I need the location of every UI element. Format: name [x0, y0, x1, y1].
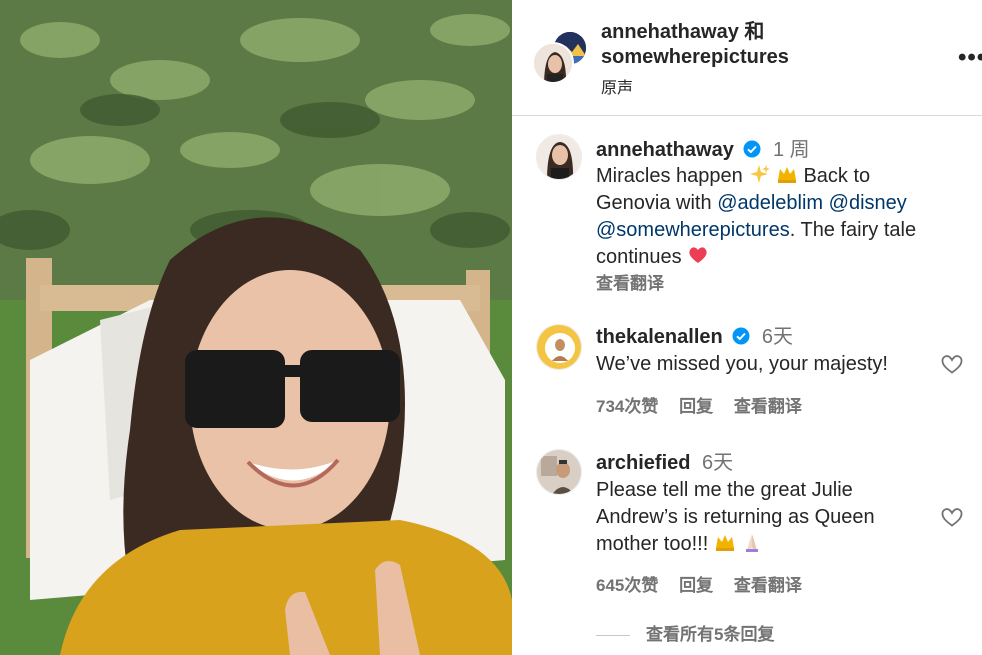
comment-1-likes[interactable]: 734次赞 — [596, 397, 658, 416]
original-audio-link[interactable]: 原声 — [601, 74, 633, 98]
post-header: annehathaway 和 somewherepictures 原声 ••• — [512, 0, 982, 116]
comment-1-username[interactable]: thekalenallen — [596, 326, 723, 348]
comment-2-actions: 645次赞 回复 查看翻译 — [596, 571, 818, 596]
comment-2-reply[interactable]: 回复 — [679, 576, 713, 595]
caption-header: annehathaway 1 周 — [596, 137, 810, 164]
replies-divider-line — [596, 635, 630, 637]
caption-username[interactable]: annehathaway — [596, 139, 734, 161]
view-all-replies-label[interactable]: 查看所有5条回复 — [646, 625, 774, 644]
mention-somewherepictures[interactable]: @somewherepictures — [596, 219, 790, 241]
caption-text-part1: Miracles happen — [596, 165, 743, 187]
comment-2-line-2: Andrew’s is returning as Queen — [596, 506, 875, 528]
crown-icon — [777, 167, 796, 183]
comment-avatar-thekalenallen[interactable] — [536, 324, 582, 370]
mention-adeleblim[interactable]: @adeleblim — [717, 192, 823, 214]
selfie-illustration — [0, 0, 512, 655]
avatar-annehathaway[interactable] — [532, 42, 574, 84]
red-heart-icon — [689, 247, 707, 263]
caption-avatar[interactable] — [536, 134, 582, 180]
comment-1-translate[interactable]: 查看翻译 — [734, 397, 802, 416]
comment-1-reply[interactable]: 回复 — [679, 397, 713, 416]
comment-2-likes[interactable]: 645次赞 — [596, 576, 658, 595]
comment-2-line-1: Please tell me the great Julie — [596, 479, 853, 501]
post-photo[interactable] — [0, 0, 512, 655]
verified-badge-icon — [743, 140, 761, 158]
caption-time[interactable]: 1 周 — [773, 139, 810, 161]
comment-avatar-archiefied[interactable] — [536, 449, 582, 495]
comment-2-header: archiefied 6天 — [596, 450, 733, 477]
header-username-2[interactable]: somewherepictures — [601, 46, 789, 68]
comment-1-actions: 734次赞 回复 查看翻译 — [596, 392, 818, 417]
collab-names: annehathaway 和 somewherepictures — [601, 20, 901, 70]
comment-2-translate[interactable]: 查看翻译 — [734, 576, 802, 595]
caption-translate-link[interactable]: 查看翻译 — [596, 274, 664, 293]
collab-avatars[interactable] — [532, 30, 588, 86]
crown-icon — [715, 535, 734, 551]
comment-2-text: Please tell me the great Julie Andrew’s … — [596, 477, 946, 558]
sparkles-icon — [750, 165, 771, 183]
comment-2-line-3: mother too!!! — [596, 533, 709, 555]
header-username-1[interactable]: annehathaway — [601, 21, 739, 43]
comment-1-time[interactable]: 6天 — [762, 326, 793, 348]
comment-2-username[interactable]: archiefied — [596, 452, 690, 474]
heart-icon[interactable] — [940, 505, 964, 529]
comment-1-text: We’ve missed you, your majesty! — [596, 353, 888, 375]
view-all-replies[interactable]: 查看所有5条回复 — [596, 620, 774, 645]
heart-icon[interactable] — [940, 352, 964, 376]
caption-translate: 查看翻译 — [596, 269, 680, 294]
post-detail-panel: annehathaway 和 somewherepictures 原声 ••• … — [512, 0, 982, 655]
praying-hands-icon — [746, 534, 759, 552]
comment-2-time[interactable]: 6天 — [702, 452, 733, 474]
header-joiner: 和 — [744, 21, 765, 43]
mention-disney[interactable]: @disney — [829, 192, 907, 214]
verified-badge-icon — [732, 327, 750, 345]
comment-1-header: thekalenallen 6天 — [596, 324, 793, 351]
more-icon[interactable]: ••• — [958, 44, 982, 72]
caption-text: Miracles happen Back to Genovia with @ad… — [596, 163, 946, 271]
